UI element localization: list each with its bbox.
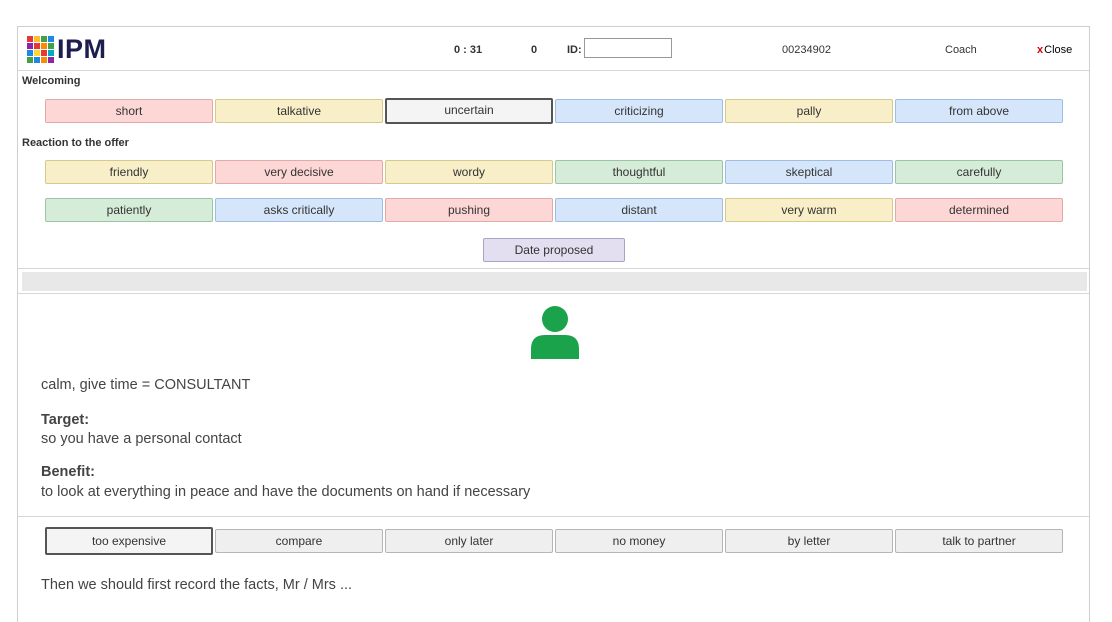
reaction-determined-button[interactable]: determined [895,198,1063,222]
progress-bar [22,272,1087,291]
welcoming-talkative-button[interactable]: talkative [215,99,383,123]
reaction-carefully-button[interactable]: carefully [895,160,1063,184]
objection-talk-to-partner-button[interactable]: talk to partner [895,529,1063,553]
advice-headline: calm, give time = CONSULTANT [41,377,251,393]
benefit-label: Benefit: [41,464,95,480]
record-number: 00234902 [782,44,831,56]
close-button[interactable]: xClose [1037,44,1072,56]
reaction-very-decisive-button[interactable]: very decisive [215,160,383,184]
objection-too-expensive-button[interactable]: too expensive [45,527,213,555]
benefit-text: to look at everything in peace and have … [41,484,531,500]
id-input[interactable] [584,38,672,58]
id-label: ID: [567,44,582,56]
reaction-skeptical-button[interactable]: skeptical [725,160,893,184]
reaction-pushing-button[interactable]: pushing [385,198,553,222]
divider [18,293,1089,294]
target-label: Target: [41,412,90,428]
objection-no-money-button[interactable]: no money [555,529,723,553]
reaction-asks-critically-button[interactable]: asks critically [215,198,383,222]
reaction-friendly-button[interactable]: friendly [45,160,213,184]
objection-response: Then we should first record the facts, M… [41,577,353,593]
reaction-patiently-button[interactable]: patiently [45,198,213,222]
welcoming-short-button[interactable]: short [45,99,213,123]
header-bar: IPM 0 : 31 0 ID: 00234902 Coach xClose [18,27,1089,71]
coach-window: IPM 0 : 31 0 ID: 00234902 Coach xClose W… [17,26,1090,622]
reaction-very-warm-button[interactable]: very warm [725,198,893,222]
welcoming-pally-button[interactable]: pally [725,99,893,123]
close-label: Close [1044,44,1073,56]
welcoming-label: Welcoming [22,75,81,87]
reaction-thoughtful-button[interactable]: thoughtful [555,160,723,184]
objection-only-later-button[interactable]: only later [385,529,553,553]
date-proposed-button[interactable]: Date proposed [483,238,625,262]
person-icon [531,306,579,359]
logo-mark [27,35,54,63]
divider [18,516,1089,517]
reaction-wordy-button[interactable]: wordy [385,160,553,184]
timer: 0 : 31 [454,44,483,56]
coach-label: Coach [945,44,977,56]
counter: 0 [531,44,538,56]
divider [18,268,1089,269]
close-icon: x [1037,44,1044,56]
reaction-distant-button[interactable]: distant [555,198,723,222]
reaction-label: Reaction to the offer [22,137,129,149]
welcoming-uncertain-button[interactable]: uncertain [385,98,553,124]
welcoming-from-above-button[interactable]: from above [895,99,1063,123]
target-text: so you have a personal contact [41,431,242,447]
objection-by-letter-button[interactable]: by letter [725,529,893,553]
welcoming-criticizing-button[interactable]: criticizing [555,99,723,123]
objection-compare-button[interactable]: compare [215,529,383,553]
logo: IPM [27,35,107,63]
logo-text: IPM [57,34,107,64]
